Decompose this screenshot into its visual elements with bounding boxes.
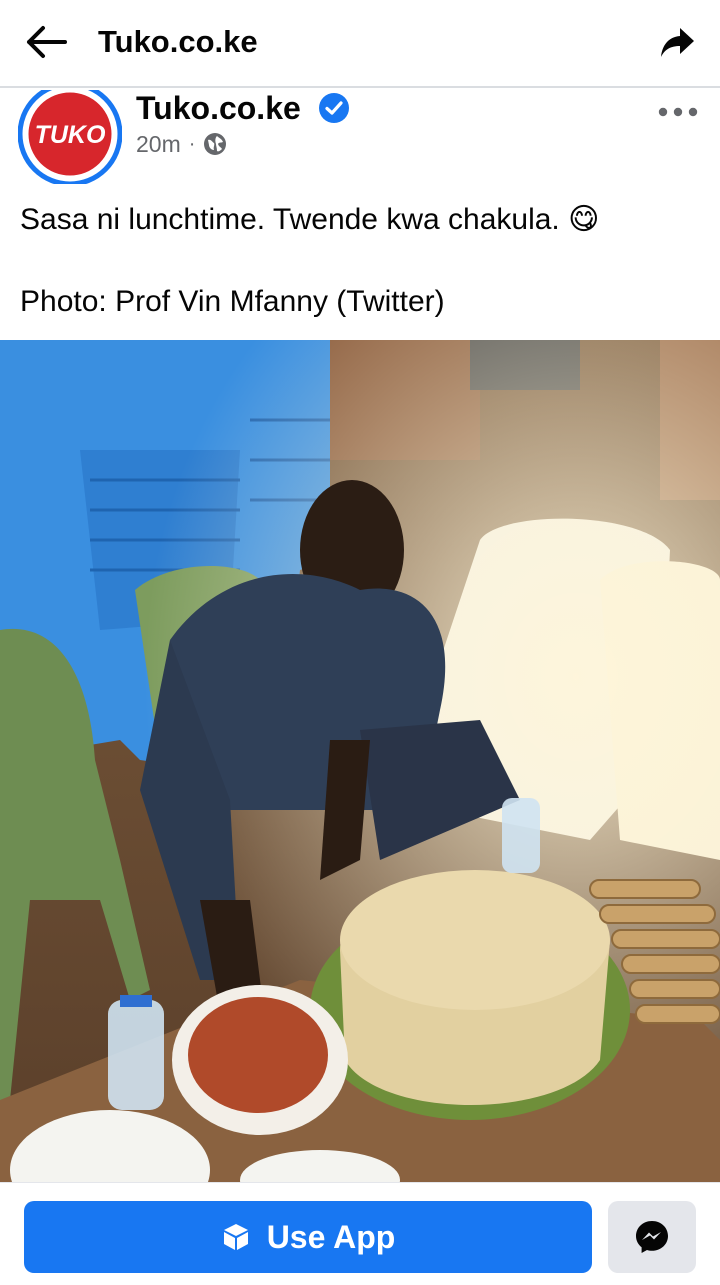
verified-badge-icon bbox=[319, 93, 349, 123]
globe-icon bbox=[204, 133, 227, 155]
top-app-bar: Tuko.co.ke bbox=[0, 0, 720, 88]
yum-emoji-icon: 😋 bbox=[568, 203, 600, 236]
bottom-bar: Use App bbox=[0, 1182, 720, 1285]
page-title: Tuko.co.ke bbox=[98, 24, 258, 59]
author-name[interactable]: Tuko.co.ke bbox=[136, 90, 301, 126]
post-caption: Sasa ni lunchtime. Twende kwa chakula. bbox=[20, 203, 560, 236]
meta-separator: · bbox=[188, 133, 196, 155]
more-options-button[interactable] bbox=[656, 98, 700, 126]
back-button[interactable] bbox=[20, 18, 72, 66]
arrow-left-icon bbox=[27, 26, 67, 58]
messenger-button[interactable] bbox=[608, 1201, 696, 1273]
share-arrow-icon bbox=[661, 28, 694, 57]
share-button[interactable] bbox=[654, 18, 702, 66]
post-text-line-2: Photo: Prof Vin Mfanny (Twitter) bbox=[20, 285, 445, 318]
avatar-logo-text: TUKO bbox=[35, 121, 106, 149]
more-dots-icon bbox=[658, 107, 698, 117]
post-meta: 20m · bbox=[136, 130, 227, 158]
post-text-line-1: Sasa ni lunchtime. Twende kwa chakula. 😋 bbox=[20, 200, 700, 240]
post-body-text: Sasa ni lunchtime. Twende kwa chakula. 😋… bbox=[20, 200, 700, 322]
post-header: TUKO Tuko.co.ke 20m · bbox=[0, 81, 720, 190]
post-photo[interactable] bbox=[0, 340, 720, 1182]
avatar[interactable]: TUKO bbox=[17, 81, 123, 187]
post-time[interactable]: 20m bbox=[136, 130, 181, 158]
use-app-label: Use App bbox=[266, 1218, 396, 1255]
messenger-icon bbox=[636, 1221, 668, 1253]
cube-icon bbox=[223, 1224, 248, 1250]
use-app-button[interactable]: Use App bbox=[24, 1201, 592, 1273]
